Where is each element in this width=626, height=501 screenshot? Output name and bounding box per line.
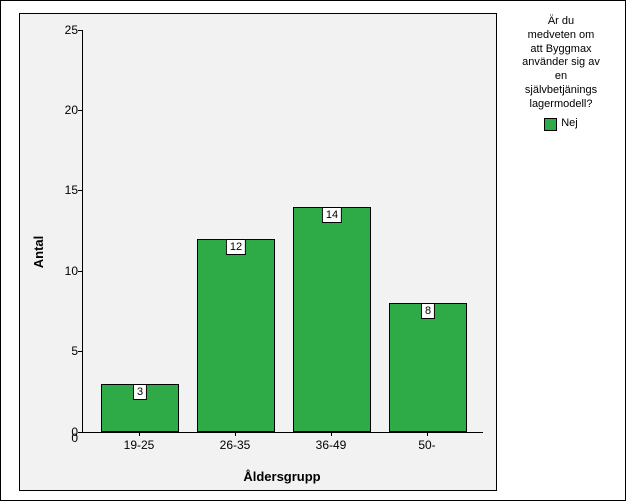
x-axis-title: Åldersgrupp xyxy=(82,469,482,484)
bar-26-35: 12 xyxy=(197,239,275,432)
x-tick-label: 36-49 xyxy=(316,438,347,452)
y-tick-label: 20 xyxy=(38,103,78,117)
bar-value-label: 8 xyxy=(421,303,435,319)
x-tick-mark xyxy=(235,432,236,436)
legend-item-label: Nej xyxy=(561,117,578,131)
y-tick-label-zero: 0 xyxy=(38,425,78,439)
legend-item: Nej xyxy=(505,117,617,131)
y-tick-label: 25 xyxy=(38,23,78,37)
y-tick-label: 5 xyxy=(38,344,78,358)
y-tick-label: 10 xyxy=(38,264,78,278)
x-tick-mark xyxy=(427,432,428,436)
x-tick-mark xyxy=(139,432,140,436)
chart-container: Antal 0 5 10 15 20 25 0 3 xyxy=(0,0,626,501)
bar-19-25: 3 xyxy=(101,384,179,432)
y-tick-label: 15 xyxy=(38,183,78,197)
x-tick-label: 19-25 xyxy=(124,438,155,452)
bar-value-label: 3 xyxy=(133,384,147,400)
x-tick-label: 50- xyxy=(418,438,435,452)
legend-swatch-icon xyxy=(544,118,557,131)
bar-value-label: 14 xyxy=(322,207,342,223)
bar-value-label: 12 xyxy=(226,239,246,255)
x-tick-mark xyxy=(331,432,332,436)
legend-title: Är dumedveten omatt Byggmaxanvänder sig … xyxy=(505,15,617,111)
x-tick-label: 26-35 xyxy=(220,438,251,452)
bar-50-plus: 8 xyxy=(389,303,467,432)
bar-36-49: 14 xyxy=(293,207,371,432)
chart-panel: Antal 0 5 10 15 20 25 0 3 xyxy=(19,13,497,491)
plot-area: 3 12 14 8 xyxy=(82,30,483,433)
legend: Är dumedveten omatt Byggmaxanvänder sig … xyxy=(505,15,617,131)
